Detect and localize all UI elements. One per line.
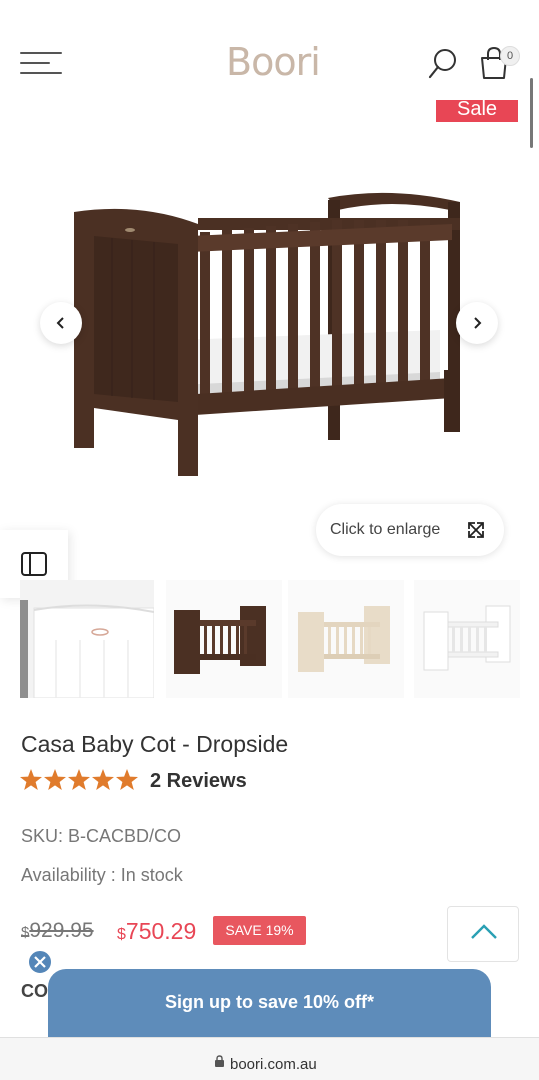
chevron-up-icon (471, 924, 497, 939)
chevron-right-icon (474, 317, 482, 329)
star-icon (20, 769, 138, 790)
chevron-left-icon (56, 317, 64, 329)
product-title: Casa Baby Cot - Dropside (21, 731, 289, 757)
thumbnail-3[interactable] (288, 580, 404, 698)
sale-badge: Sale (436, 100, 518, 122)
scrollbar[interactable] (530, 78, 533, 148)
product-availability: Availability : In stock (21, 865, 183, 885)
url-text: boori.com.au (230, 1056, 317, 1073)
close-popup-button[interactable] (27, 949, 53, 975)
enlarge-label: Click to enlarge (330, 521, 441, 538)
save-badge: SAVE 19% (213, 916, 306, 945)
signup-promo-text: Sign up to save 10% off* (164, 992, 375, 1012)
reviews-link[interactable]: 2 Reviews (150, 770, 247, 793)
browser-address-bar[interactable]: boori.com.au (0, 1037, 539, 1080)
original-price-value: 929.95 (29, 919, 94, 942)
lock-icon (215, 1055, 224, 1067)
cart-count-badge: 0 (500, 46, 520, 66)
enlarge-image-button[interactable]: Click to enlarge (316, 504, 504, 556)
close-icon (34, 956, 46, 968)
star-rating (20, 769, 138, 790)
search-icon[interactable] (428, 48, 458, 80)
colour-label: CO (21, 981, 48, 1001)
previous-image-button[interactable] (40, 302, 82, 344)
brand-logo[interactable]: Boori (226, 40, 321, 84)
menu-icon[interactable] (20, 52, 62, 76)
thumbnail-strip (20, 580, 520, 698)
expand-icon (468, 522, 484, 538)
site-header: Boori 0 (0, 0, 539, 110)
thumbnail-2[interactable] (166, 580, 282, 698)
signup-promo-bar[interactable]: Sign up to save 10% off* (48, 969, 491, 1041)
thumbnail-1[interactable] (20, 580, 154, 698)
original-price: $929.95 (21, 919, 94, 943)
product-main-image[interactable] (60, 180, 480, 490)
sidebar-panel-icon (21, 552, 47, 576)
next-image-button[interactable] (456, 302, 498, 344)
currency-symbol: $ (117, 926, 126, 943)
back-to-top-button[interactable] (447, 906, 519, 962)
sale-price: $750.29 (117, 918, 196, 945)
thumbnail-4[interactable] (414, 580, 520, 698)
product-sku: SKU: B-CACBD/CO (21, 826, 182, 846)
sale-price-value: 750.29 (125, 918, 197, 944)
